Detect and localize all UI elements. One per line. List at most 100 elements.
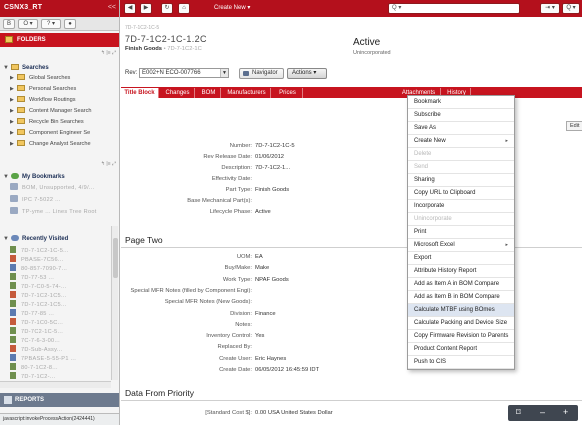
search-folder-item[interactable]: ▶ Change Analyst Searche (10, 140, 114, 148)
tab-bom[interactable]: BOM (197, 88, 221, 98)
search-folder-item[interactable]: ▶ Recycle Bin Searches (10, 118, 114, 126)
menu-item[interactable]: Calculate Packing and Device Size (408, 317, 514, 330)
folder-tools[interactable]: ↰ |≡ ⤢ (101, 50, 116, 57)
menu-item[interactable]: Copy URL to Clipboard (408, 187, 514, 200)
chevron-right-icon: ▸ (505, 138, 508, 144)
menu-item[interactable]: Sharing (408, 174, 514, 187)
search-folder-item[interactable]: ▶ Workflow Routings (10, 96, 114, 104)
recent-item[interactable]: 7D-7-1C2-... (10, 372, 114, 380)
field-label: [Standard Cost $]: (205, 410, 252, 416)
scroll-thumb[interactable] (113, 238, 118, 278)
folder-icon (5, 36, 13, 43)
menu-item[interactable]: Incorporate (408, 200, 514, 213)
menu-item[interactable]: Product Content Report (408, 343, 514, 356)
collapse-triangle-icon[interactable]: ▼ (3, 236, 11, 242)
recent-item-label: 7D-7-1C2-1C-5... (21, 248, 69, 254)
menu-item[interactable]: Export (408, 252, 514, 265)
expand-triangle-icon[interactable]: ▶ (10, 141, 17, 147)
menu-item[interactable]: Subscribe (408, 109, 514, 122)
searches-tools[interactable]: ↰ |≡ ⤢ (101, 161, 116, 168)
left-vertical-scrollbar[interactable] (111, 226, 118, 380)
recent-item[interactable]: 7D-Sub-Assy... (10, 345, 114, 353)
search-folder-item[interactable]: ▶ Personal Searches (10, 85, 114, 93)
recent-item[interactable]: 7D-7-1C2-1C5... (10, 300, 114, 308)
forward-button[interactable]: ▶ (140, 3, 152, 14)
tab-manufacturers[interactable]: Manufacturers (223, 88, 271, 98)
bookmark-item[interactable]: BOM, Unsupported, 4/9/... (10, 183, 114, 191)
menu-item[interactable]: Microsoft Excel ▸ (408, 239, 514, 252)
menu-item[interactable]: Push to CIS (408, 356, 514, 369)
edit-button[interactable]: Edit (566, 121, 582, 131)
actions-button[interactable]: Actions ▾ (287, 68, 327, 79)
expand-triangle-icon[interactable]: ▶ (10, 119, 17, 125)
search-folder-item[interactable]: ▶ Component Engineer Se (10, 129, 114, 137)
menu-item[interactable]: Create New ▸ (408, 135, 514, 148)
recent-item[interactable]: 7D-7-1C0-5C... (10, 318, 114, 326)
advanced-search-button[interactable]: Q ▾ (562, 3, 580, 14)
recent-item[interactable]: 80-7-1C2-8... (10, 363, 114, 371)
menu-item[interactable]: Add as Item A in BOM Compare (408, 278, 514, 291)
back-button[interactable]: ◀ (124, 3, 136, 14)
bookmarks-header[interactable]: ▼ My Bookmarks (3, 173, 65, 180)
expand-triangle-icon[interactable]: ▶ (10, 130, 17, 136)
plus-icon[interactable]: + (563, 407, 568, 417)
menu-item-label: Calculate MTBF using BOmes (414, 307, 495, 313)
menu-item[interactable]: Copy Firmware Revision to Parents (408, 330, 514, 343)
recent-item[interactable]: 7D-7C2-1C-5... (10, 327, 114, 335)
expand-triangle-icon[interactable]: ▶ (10, 108, 17, 114)
fit-icon[interactable]: ⌑ (516, 407, 521, 418)
home-button[interactable]: ⌂ (178, 3, 190, 14)
help-button[interactable]: ? ▾ (41, 19, 61, 29)
collapse-panel-button[interactable]: << (108, 4, 116, 11)
recent-item[interactable]: 7D-7-C0-5-74-... (10, 282, 114, 290)
field-label: Description: (221, 165, 252, 171)
search-folder-item[interactable]: ▶ Global Searches (10, 74, 114, 82)
revision-select[interactable]: E002+N ECO-007766 ▼ (139, 68, 229, 78)
menu-item-label: Unincorporate (414, 216, 452, 222)
create-new-menu[interactable]: Create New ▾ (214, 4, 250, 11)
expand-triangle-icon[interactable]: ▶ (10, 75, 17, 81)
menu-item[interactable]: Calculate MTBF using BOmes (408, 304, 514, 317)
recent-item[interactable]: 80-857-7090-7... (10, 264, 114, 272)
bookmark-item[interactable]: TP-yme ... Lines Tree Root (10, 207, 114, 215)
status-button[interactable]: ● (64, 19, 76, 29)
refresh-button[interactable]: ↻ (161, 3, 173, 14)
menu-item[interactable]: Print (408, 226, 514, 239)
bookmark-item[interactable]: IPC 7-5022 ... (10, 195, 114, 203)
recent-header[interactable]: ▼ Recently Visited (3, 235, 68, 242)
menu-item-label: Add as Item B in BOM Compare (414, 294, 500, 300)
recent-item[interactable]: 7C-7-6-3-00... (10, 336, 114, 344)
recent-item-label: 7D-7-1C2-... (21, 374, 56, 380)
expand-triangle-icon[interactable]: ▶ (10, 97, 17, 103)
folders-header[interactable]: FOLDERS (0, 33, 119, 47)
menu-item[interactable]: Attribute History Report (408, 265, 514, 278)
search-folder-item[interactable]: ▶ Content Manager Search (10, 107, 114, 115)
recent-item[interactable]: 7D-7-1C2-1C5... (10, 291, 114, 299)
recent-item[interactable]: PBASE-7C56... (10, 255, 114, 263)
menu-item-label: Copy Firmware Revision to Parents (414, 333, 509, 339)
navigator-button[interactable]: Navigator (239, 68, 284, 79)
tab-title-block[interactable]: Title Block (121, 88, 159, 98)
quick-search-input[interactable]: Q ▾ (388, 3, 520, 14)
collapse-triangle-icon[interactable]: ▼ (3, 174, 11, 180)
tab-prices[interactable]: Prices (273, 88, 303, 98)
menu-item[interactable]: Save As (408, 122, 514, 135)
minus-icon[interactable]: – (540, 407, 545, 417)
revision-row: Rev: E002+N ECO-007766 ▼ Navigator Action… (121, 67, 582, 81)
document-icon (10, 327, 16, 334)
menu-item[interactable]: Add as Item B in BOM Compare (408, 291, 514, 304)
recent-item[interactable]: 7D-77-53 ... (10, 273, 114, 281)
tab-changes[interactable]: Changes (161, 88, 195, 98)
collapse-triangle-icon[interactable]: ▼ (3, 65, 11, 71)
recent-item[interactable]: 7D-77-85 ... (10, 309, 114, 317)
options-button[interactable]: O ▾ (18, 19, 38, 29)
left-horizontal-scrollbar[interactable] (0, 381, 111, 388)
search-go-button[interactable]: ⇥ ▾ (540, 3, 560, 14)
reports-header[interactable]: REPORTS (0, 393, 119, 407)
book-button[interactable]: B (3, 19, 15, 29)
recent-item[interactable]: 7PBASE-5-55-P1 ... (10, 354, 114, 362)
expand-triangle-icon[interactable]: ▶ (10, 86, 17, 92)
searches-header[interactable]: ▼ Searches (3, 64, 49, 71)
recent-item[interactable]: 7D-7-1C2-1C-5... (10, 246, 114, 254)
menu-item[interactable]: Bookmark (408, 96, 514, 109)
